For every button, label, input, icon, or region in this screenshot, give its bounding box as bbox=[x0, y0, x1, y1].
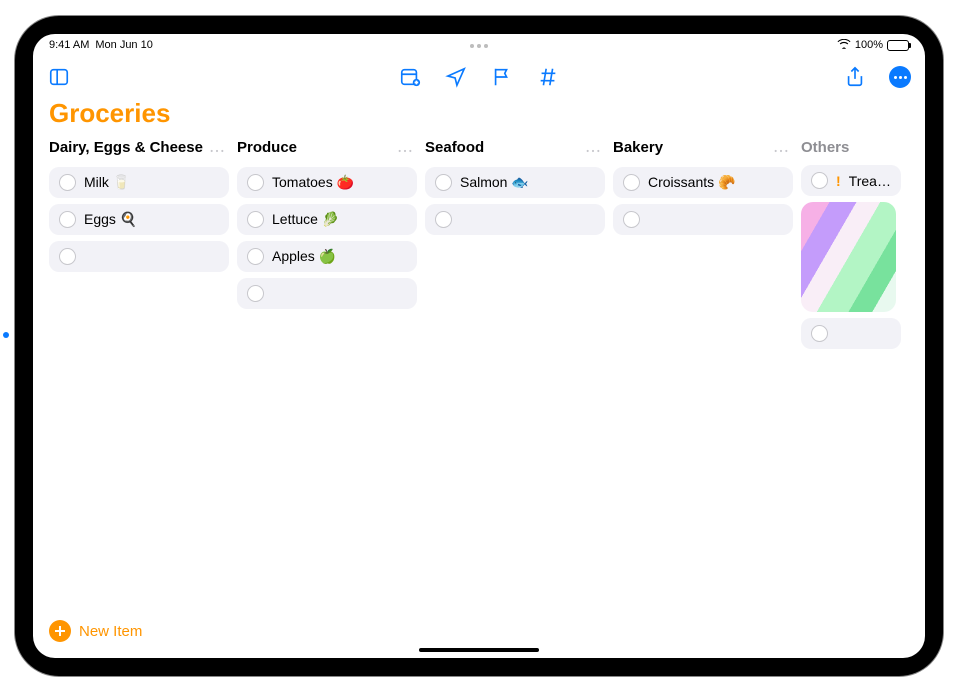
reminder-item[interactable]: Tomatoes 🍅 bbox=[237, 167, 417, 198]
section-title: Produce bbox=[237, 139, 297, 157]
reminder-text: Milk 🥛 bbox=[84, 174, 130, 191]
section-seafood: Seafood Salmon 🐟 bbox=[425, 133, 605, 610]
complete-radio[interactable] bbox=[247, 248, 264, 265]
complete-radio[interactable] bbox=[435, 211, 452, 228]
complete-radio[interactable] bbox=[247, 285, 264, 302]
battery-percent: 100% bbox=[855, 39, 883, 51]
toolbar bbox=[33, 56, 925, 98]
status-time: 9:41 AM bbox=[49, 39, 89, 51]
status-date: Mon Jun 10 bbox=[95, 39, 152, 51]
plus-circle-icon bbox=[49, 620, 71, 642]
home-indicator[interactable] bbox=[419, 648, 539, 652]
screen: 9:41 AM Mon Jun 10 100% bbox=[33, 34, 925, 658]
reminder-text: Apples 🍏 bbox=[272, 248, 336, 265]
complete-radio[interactable] bbox=[435, 174, 452, 191]
section-menu-icon[interactable] bbox=[773, 139, 789, 159]
section-menu-icon[interactable] bbox=[397, 139, 413, 159]
new-item-label: New Item bbox=[79, 623, 142, 640]
flag-icon[interactable] bbox=[490, 65, 514, 89]
complete-radio[interactable] bbox=[623, 211, 640, 228]
reminder-item-empty[interactable] bbox=[49, 241, 229, 272]
reminder-item[interactable]: ! Treats for t bbox=[801, 165, 901, 196]
section-title: Bakery bbox=[613, 139, 663, 157]
section-produce: Produce Tomatoes 🍅 Lettuce 🥬 bbox=[237, 133, 417, 610]
new-item-button[interactable]: New Item bbox=[49, 620, 142, 642]
status-right: 100% bbox=[837, 39, 909, 52]
reminder-item[interactable]: Milk 🥛 bbox=[49, 167, 229, 198]
complete-radio[interactable] bbox=[59, 174, 76, 191]
section-bakery: Bakery Croissants 🥐 bbox=[613, 133, 793, 610]
reminder-item-empty[interactable] bbox=[613, 204, 793, 235]
complete-radio[interactable] bbox=[247, 211, 264, 228]
reminder-text: Treats for t bbox=[849, 173, 891, 189]
section-others: Others ! Treats for t bbox=[801, 133, 901, 610]
reminder-text: Salmon 🐟 bbox=[460, 174, 529, 191]
reminder-item[interactable]: Apples 🍏 bbox=[237, 241, 417, 272]
complete-radio[interactable] bbox=[623, 174, 640, 191]
section-title: Others bbox=[801, 139, 849, 157]
list-title-row: Groceries bbox=[33, 98, 925, 133]
battery-icon bbox=[887, 40, 909, 51]
reminder-item-empty[interactable] bbox=[237, 278, 417, 309]
complete-radio[interactable] bbox=[59, 211, 76, 228]
section-title: Seafood bbox=[425, 139, 484, 157]
ipad-bezel: 9:41 AM Mon Jun 10 100% bbox=[15, 16, 943, 676]
complete-radio[interactable] bbox=[247, 174, 264, 191]
ipad-device: 9:41 AM Mon Jun 10 100% bbox=[0, 0, 958, 692]
list-title: Groceries bbox=[49, 98, 909, 129]
attachment-thumbnail[interactable] bbox=[801, 202, 896, 312]
section-menu-icon[interactable] bbox=[209, 139, 225, 159]
reminder-text: Tomatoes 🍅 bbox=[272, 174, 354, 191]
section-dairy-eggs-cheese: Dairy, Eggs & Cheese Milk 🥛 Eggs 🍳 bbox=[49, 133, 229, 610]
hashtag-icon[interactable] bbox=[536, 65, 560, 89]
sidebar-toggle-icon[interactable] bbox=[47, 65, 71, 89]
columns: Dairy, Eggs & Cheese Milk 🥛 Eggs 🍳 bbox=[49, 133, 925, 610]
reminder-item[interactable]: Lettuce 🥬 bbox=[237, 204, 417, 235]
reminder-item[interactable]: Salmon 🐟 bbox=[425, 167, 605, 198]
section-title: Dairy, Eggs & Cheese bbox=[49, 139, 203, 157]
reminder-item-empty[interactable] bbox=[801, 318, 901, 349]
reminder-item-empty[interactable] bbox=[425, 204, 605, 235]
calendar-add-icon[interactable] bbox=[398, 65, 422, 89]
section-menu-icon[interactable] bbox=[585, 139, 601, 159]
reminder-text: Eggs 🍳 bbox=[84, 211, 137, 228]
share-icon[interactable] bbox=[843, 65, 867, 89]
side-indicator-dot bbox=[3, 332, 9, 338]
complete-radio[interactable] bbox=[811, 325, 828, 342]
location-icon[interactable] bbox=[444, 65, 468, 89]
multitasking-dots-icon[interactable] bbox=[470, 44, 488, 48]
reminder-text: Lettuce 🥬 bbox=[272, 211, 339, 228]
priority-badge: ! bbox=[836, 173, 841, 189]
reminder-item[interactable]: Eggs 🍳 bbox=[49, 204, 229, 235]
board: Dairy, Eggs & Cheese Milk 🥛 Eggs 🍳 bbox=[33, 133, 925, 610]
reminder-item[interactable]: Croissants 🥐 bbox=[613, 167, 793, 198]
reminder-text: Croissants 🥐 bbox=[648, 174, 735, 191]
wifi-icon bbox=[837, 39, 851, 52]
status-left: 9:41 AM Mon Jun 10 bbox=[49, 39, 153, 51]
complete-radio[interactable] bbox=[59, 248, 76, 265]
more-icon[interactable] bbox=[889, 66, 911, 88]
complete-radio[interactable] bbox=[811, 172, 828, 189]
